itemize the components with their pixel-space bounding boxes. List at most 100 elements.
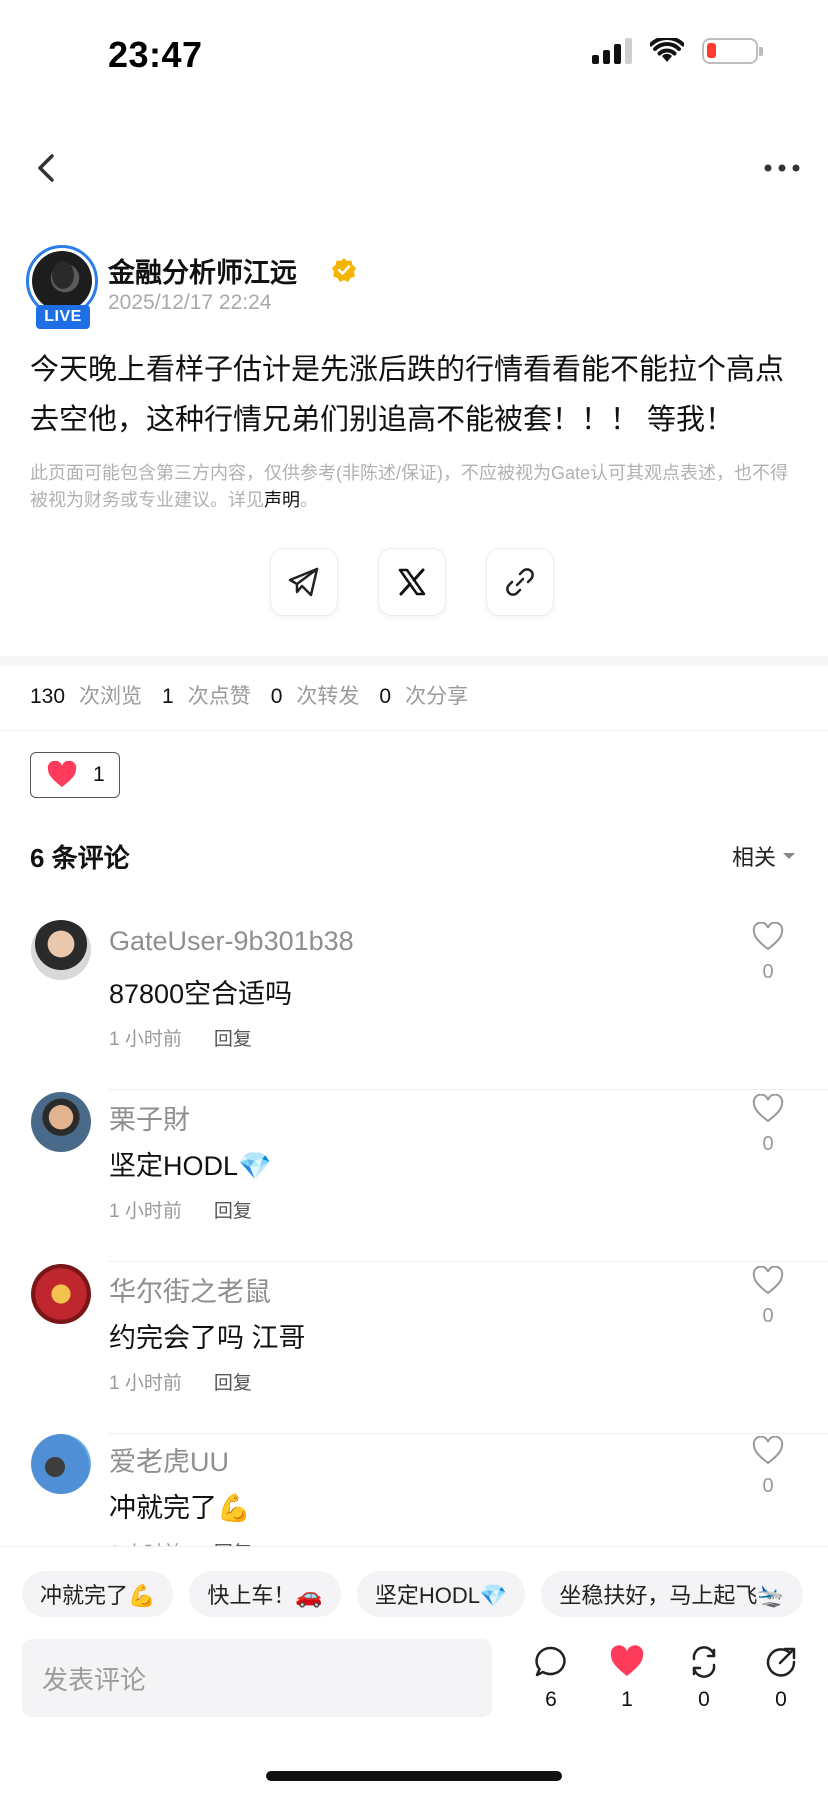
- heart-filled-icon: [47, 761, 77, 787]
- disclaimer: 此页面可能包含第三方内容，仅供参考(非陈述/保证)，不应被视为Gate认可其观点…: [30, 460, 800, 514]
- comment-like-button[interactable]: 0: [748, 1435, 788, 1498]
- repost-action-button[interactable]: 0: [679, 1645, 729, 1712]
- heart-outline-icon: [752, 921, 784, 951]
- copy-link-button[interactable]: [486, 548, 554, 616]
- reposts-label: 次转发: [296, 685, 360, 708]
- status-bar: 23:47: [0, 0, 828, 110]
- comment-item: 栗子財 坚定HODL💎 1 小时前 回复 0: [0, 1092, 828, 1262]
- link-icon: [506, 568, 534, 596]
- reposts-count: 0: [270, 685, 283, 708]
- comments-title: 6 条评论: [30, 843, 130, 873]
- comment-divider: [109, 1261, 828, 1262]
- disclaimer-end: 。: [300, 490, 318, 510]
- reply-button[interactable]: 回复: [214, 1368, 252, 1395]
- views-count: 130: [30, 685, 66, 708]
- stats-divider: [0, 730, 828, 731]
- verified-badge-icon: [332, 258, 356, 282]
- quick-reply-row: 冲就完了💪 快上车！🚗 坚定HODL💎 坐稳扶好，马上起飞🛬: [22, 1571, 803, 1617]
- comment-like-button[interactable]: 0: [748, 1093, 788, 1156]
- share-action-count: 0: [775, 1688, 787, 1711]
- sort-label: 相关: [731, 845, 776, 870]
- quick-reply-chip[interactable]: 快上车！🚗: [189, 1571, 341, 1617]
- comment-like-count: 0: [762, 1305, 774, 1327]
- comment-meta: 1 小时前 回复: [109, 1196, 252, 1223]
- share-arrow-icon: [766, 1647, 796, 1677]
- quick-reply-chip[interactable]: 坚定HODL💎: [356, 1571, 526, 1617]
- heart-outline-icon: [752, 1265, 784, 1295]
- telegram-icon: [288, 567, 319, 597]
- views-label: 次浏览: [79, 685, 143, 708]
- comments-sort-dropdown[interactable]: 相关: [732, 840, 796, 872]
- comment-like-button[interactable]: 0: [748, 921, 788, 984]
- comment-text: 坚定HODL💎: [109, 1151, 272, 1181]
- comment-like-count: 0: [762, 961, 774, 983]
- shares-label: 次分享: [405, 685, 469, 708]
- comment-composer-panel: 冲就完了💪 快上车！🚗 坚定HODL💎 坐稳扶好，马上起飞🛬 发表评论 6 1 …: [0, 1546, 828, 1795]
- disclaimer-link[interactable]: 声明: [264, 490, 300, 510]
- post-timestamp: 2025/12/17 22:24: [108, 291, 272, 314]
- post-stats: 130 次浏览 1 次点赞 0 次转发 0 次分享: [30, 680, 474, 710]
- more-options-button[interactable]: [760, 150, 804, 186]
- section-divider: [0, 656, 828, 666]
- heart-filled-icon: [610, 1645, 644, 1676]
- x-logo-icon: [398, 568, 426, 596]
- likes-label: 次点赞: [187, 685, 251, 708]
- comment-text: 冲就完了💪: [109, 1493, 251, 1523]
- commenter-name[interactable]: GateUser-9b301b38: [109, 926, 354, 957]
- wifi-icon: [650, 38, 684, 62]
- post-body: 今天晚上看样子估计是先涨后跌的行情看看能不能拉个高点去空他，这种行情兄弟们别追高…: [30, 354, 785, 436]
- repost-icon: [692, 1646, 716, 1678]
- comments-action-button[interactable]: 6: [526, 1645, 576, 1712]
- status-time: 23:47: [108, 34, 203, 75]
- like-action-button[interactable]: 1: [602, 1645, 652, 1712]
- comments-action-count: 6: [545, 1688, 557, 1711]
- cellular-signal-icon: [592, 38, 632, 64]
- share-x-button[interactable]: [378, 548, 446, 616]
- commenter-avatar[interactable]: [31, 920, 91, 980]
- heart-outline-icon: [752, 1093, 784, 1123]
- comment-input[interactable]: 发表评论: [22, 1639, 492, 1717]
- comment-divider: [109, 1089, 828, 1090]
- comment-time: 1 小时前: [109, 1029, 182, 1050]
- author-name[interactable]: 金融分析师江远: [108, 251, 297, 290]
- comment-time: 1 小时前: [109, 1373, 182, 1394]
- post-author: LIVE 金融分析师江远 2025/12/17 22:24: [26, 245, 806, 329]
- likes-count: 1: [162, 685, 174, 708]
- commenter-name[interactable]: 华尔街之老鼠: [109, 1270, 271, 1309]
- share-telegram-button[interactable]: [270, 548, 338, 616]
- battery-icon: [702, 38, 763, 64]
- commenter-name[interactable]: 栗子財: [109, 1098, 190, 1137]
- comment-like-button[interactable]: 0: [748, 1265, 788, 1328]
- share-action-button[interactable]: 0: [756, 1645, 806, 1712]
- nav-bar: [0, 140, 828, 200]
- more-dots-icon: [764, 164, 800, 172]
- comment-text: 约完会了吗 江哥: [109, 1323, 306, 1353]
- chevron-left-icon: [38, 154, 54, 182]
- comment-item: 华尔街之老鼠 约完会了吗 江哥 1 小时前 回复 0: [0, 1264, 828, 1434]
- back-button[interactable]: [28, 146, 68, 190]
- comment-meta: 1 小时前 回复: [109, 1368, 252, 1395]
- comment-text: 87800空合适吗: [109, 979, 293, 1009]
- shares-count: 0: [379, 685, 392, 708]
- comment-like-count: 0: [762, 1133, 774, 1155]
- commenter-avatar[interactable]: [31, 1264, 91, 1324]
- commenter-name[interactable]: 爱老虎UU: [109, 1440, 229, 1479]
- reply-button[interactable]: 回复: [214, 1024, 252, 1051]
- comment-item: GateUser-9b301b38 87800空合适吗 1 小时前 回复 0: [0, 920, 828, 1090]
- commenter-avatar[interactable]: [31, 1092, 91, 1152]
- quick-reply-chip[interactable]: 冲就完了💪: [22, 1571, 174, 1617]
- quick-reply-chip[interactable]: 坐稳扶好，马上起飞🛬: [541, 1571, 803, 1617]
- share-row: [270, 548, 554, 616]
- comment-bubble-icon: [535, 1646, 566, 1677]
- reply-button[interactable]: 回复: [214, 1196, 252, 1223]
- comment-like-count: 0: [762, 1475, 774, 1497]
- like-action-count: 1: [621, 1688, 633, 1711]
- commenter-avatar[interactable]: [31, 1434, 91, 1494]
- repost-action-count: 0: [698, 1688, 710, 1711]
- live-badge[interactable]: LIVE: [36, 305, 90, 329]
- like-reaction-button[interactable]: 1: [30, 752, 120, 798]
- disclaimer-text: 此页面可能包含第三方内容，仅供参考(非陈述/保证)，不应被视为Gate认可其观点…: [30, 463, 789, 510]
- home-indicator[interactable]: [266, 1771, 562, 1781]
- status-indicators: [592, 38, 763, 64]
- author-avatar-image: [32, 251, 92, 311]
